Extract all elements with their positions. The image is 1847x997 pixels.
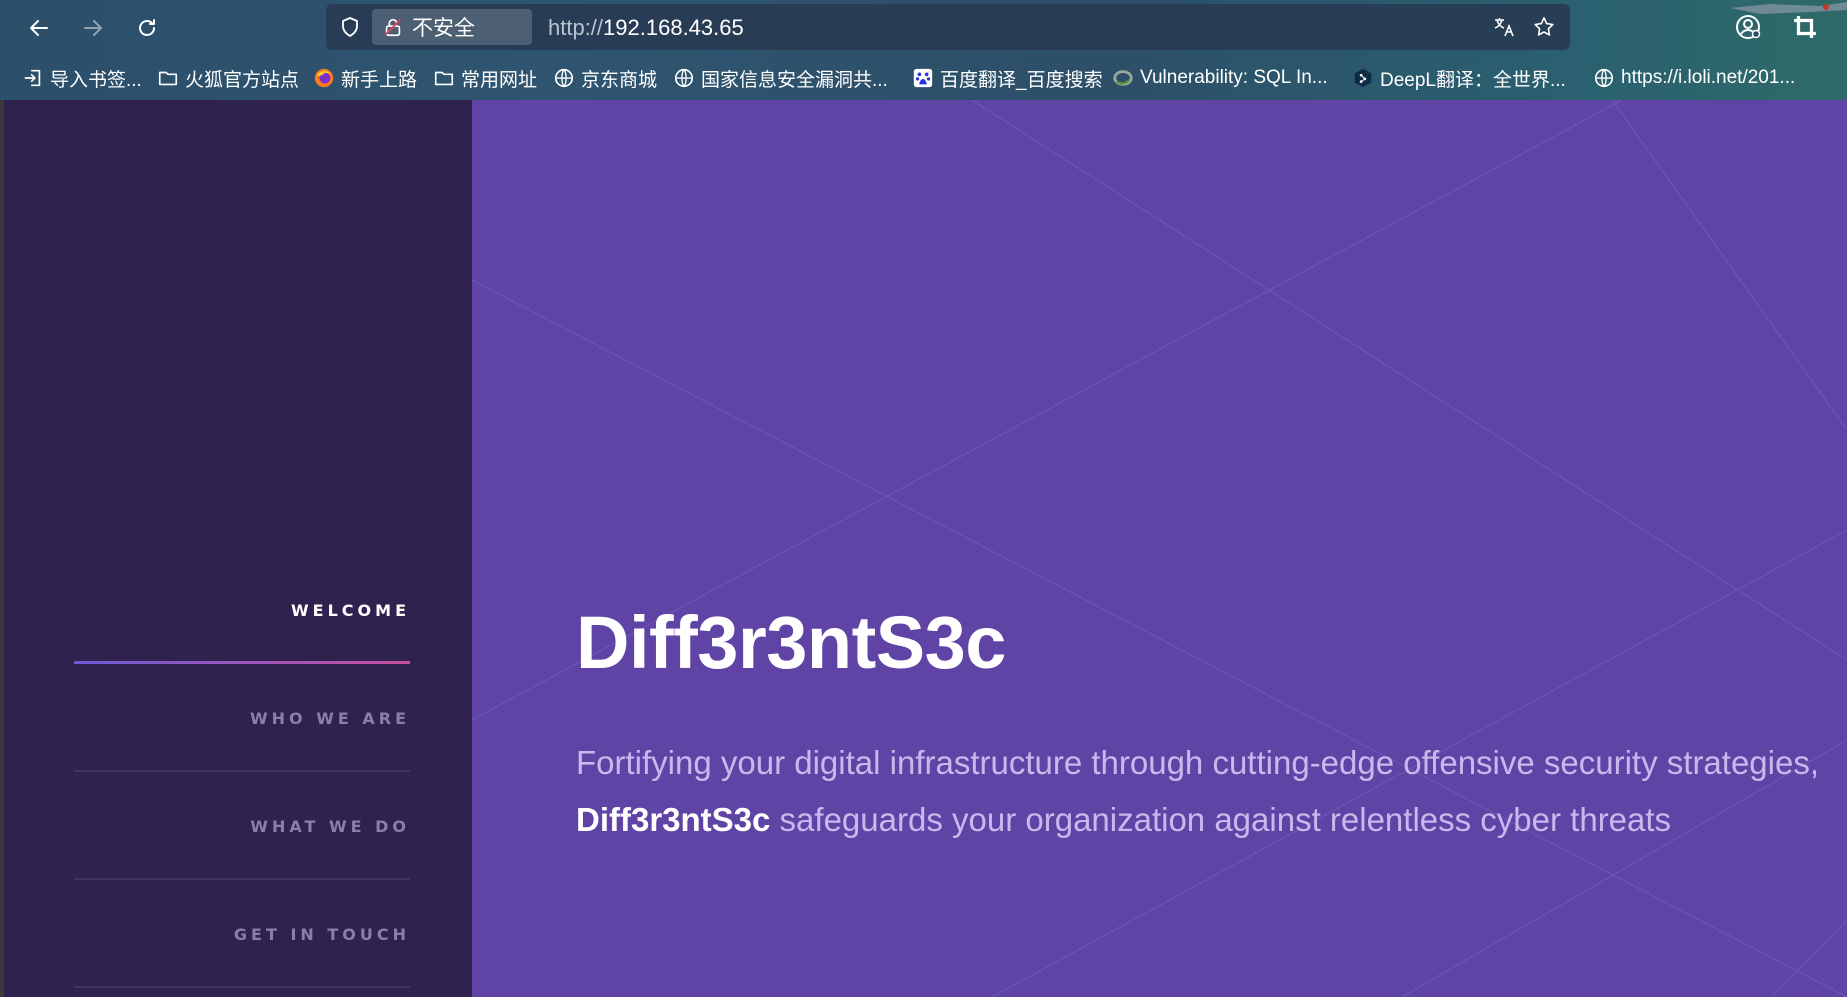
bookmarks-toolbar: 导入书签... 火狐官方站点 新手上路 常用网址 京东商城 国家信息安全漏洞共.… [0, 60, 1847, 96]
bookmark-loli-net[interactable]: https://i.loli.net/201... [1593, 60, 1795, 96]
tagline-line-1: Fortifying your digital infrastructure t… [576, 744, 1820, 781]
bookmark-label: 百度翻译_百度搜索 [940, 69, 1103, 91]
forward-button[interactable] [74, 9, 112, 47]
nav-item-who-we-are[interactable]: WHO WE ARE [74, 664, 410, 772]
nav-item-label: WHAT WE DO [250, 816, 410, 836]
bookmark-dvwa[interactable]: Vulnerability: SQL In... [1112, 60, 1328, 96]
import-icon [24, 69, 41, 87]
reload-icon [139, 19, 155, 36]
hero-tagline: Fortifying your digital infrastructure t… [576, 734, 1847, 848]
tagline-brand: Diff3r3ntS3c [576, 801, 771, 838]
bookmark-getting-started[interactable]: 新手上路 [313, 60, 417, 96]
background-lines [472, 100, 1847, 997]
site-security-indicator[interactable]: 不安全 [372, 9, 532, 45]
folder-icon [158, 71, 178, 86]
firefox-icon [314, 68, 334, 88]
globe-icon [554, 68, 574, 88]
crop-icon[interactable] [1792, 14, 1818, 40]
nav-item-label: WELCOME [291, 600, 410, 620]
bookmark-cnnvd[interactable]: 国家信息安全漏洞共... [673, 60, 888, 96]
translate-icon[interactable] [1492, 15, 1516, 39]
bookmark-star-icon[interactable] [1532, 15, 1556, 39]
hero-title: Diff3r3ntS3c [576, 601, 1006, 684]
browser-chrome: 不安全 http://192.168.43.65 导入书签... 火狐官方站点 … [0, 0, 1847, 100]
bookmark-label: 火狐官方站点 [185, 69, 300, 91]
browser-toolbar: 不安全 http://192.168.43.65 [0, 0, 1847, 54]
nav-item-label: GET IN TOUCH [233, 924, 410, 944]
nav-item-get-in-touch[interactable]: GET IN TOUCH [74, 880, 410, 988]
nav-divider [74, 986, 410, 988]
tagline-rest: safeguards your organization against rel… [770, 801, 1672, 838]
bookmark-label: DeepL翻译：全世界... [1380, 69, 1566, 91]
folder-icon [434, 71, 454, 86]
nav-item-label: WHO WE ARE [250, 708, 410, 728]
globe-icon [1594, 68, 1614, 88]
bookmark-jd[interactable]: 京东商城 [553, 60, 657, 96]
baidu-icon [913, 68, 933, 88]
bookmark-label: 常用网址 [461, 69, 538, 91]
nav-item-welcome[interactable]: WELCOME [74, 556, 410, 664]
address-bar[interactable]: 不安全 http://192.168.43.65 [326, 4, 1570, 50]
insecure-lock-icon [385, 18, 401, 37]
hero-section: Diff3r3ntS3c Fortifying your digital inf… [472, 100, 1847, 997]
bookmark-label: 导入书签... [50, 69, 142, 91]
account-icon[interactable] [1734, 13, 1762, 41]
bookmark-label: 国家信息安全漏洞共... [701, 69, 888, 91]
bookmark-label: https://i.loli.net/201... [1621, 67, 1796, 88]
bookmark-deepl[interactable]: DeepL翻译：全世界... [1352, 60, 1566, 96]
bookmark-baidu-translate[interactable]: 百度翻译_百度搜索 [912, 60, 1103, 96]
back-button[interactable] [20, 9, 58, 47]
forward-arrow-icon [84, 20, 102, 36]
bookmark-label: 新手上路 [341, 69, 418, 91]
bookmark-label: Vulnerability: SQL In... [1140, 67, 1328, 88]
bookmark-firefox-site[interactable]: 火狐官方站点 [157, 60, 299, 96]
url-host: 192.168.43.65 [603, 15, 744, 40]
back-arrow-icon [30, 20, 48, 36]
bookmark-common-sites[interactable]: 常用网址 [433, 60, 537, 96]
reload-button[interactable] [128, 9, 166, 47]
web-page: WELCOME WHO WE ARE WHAT WE DO GET IN TOU… [0, 100, 1847, 997]
bookmark-label: 京东商城 [581, 69, 658, 91]
dvwa-icon [1113, 70, 1133, 86]
bookmark-import[interactable]: 导入书签... [22, 60, 142, 96]
security-label: 不安全 [412, 17, 475, 40]
deepl-icon [1354, 68, 1372, 88]
url-text[interactable]: http://192.168.43.65 [548, 15, 744, 41]
globe-icon [674, 68, 694, 88]
shield-icon[interactable] [338, 15, 362, 39]
nav-item-what-we-do[interactable]: WHAT WE DO [74, 772, 410, 880]
sidebar-nav: WELCOME WHO WE ARE WHAT WE DO GET IN TOU… [0, 100, 472, 997]
url-protocol: http:// [548, 15, 604, 40]
